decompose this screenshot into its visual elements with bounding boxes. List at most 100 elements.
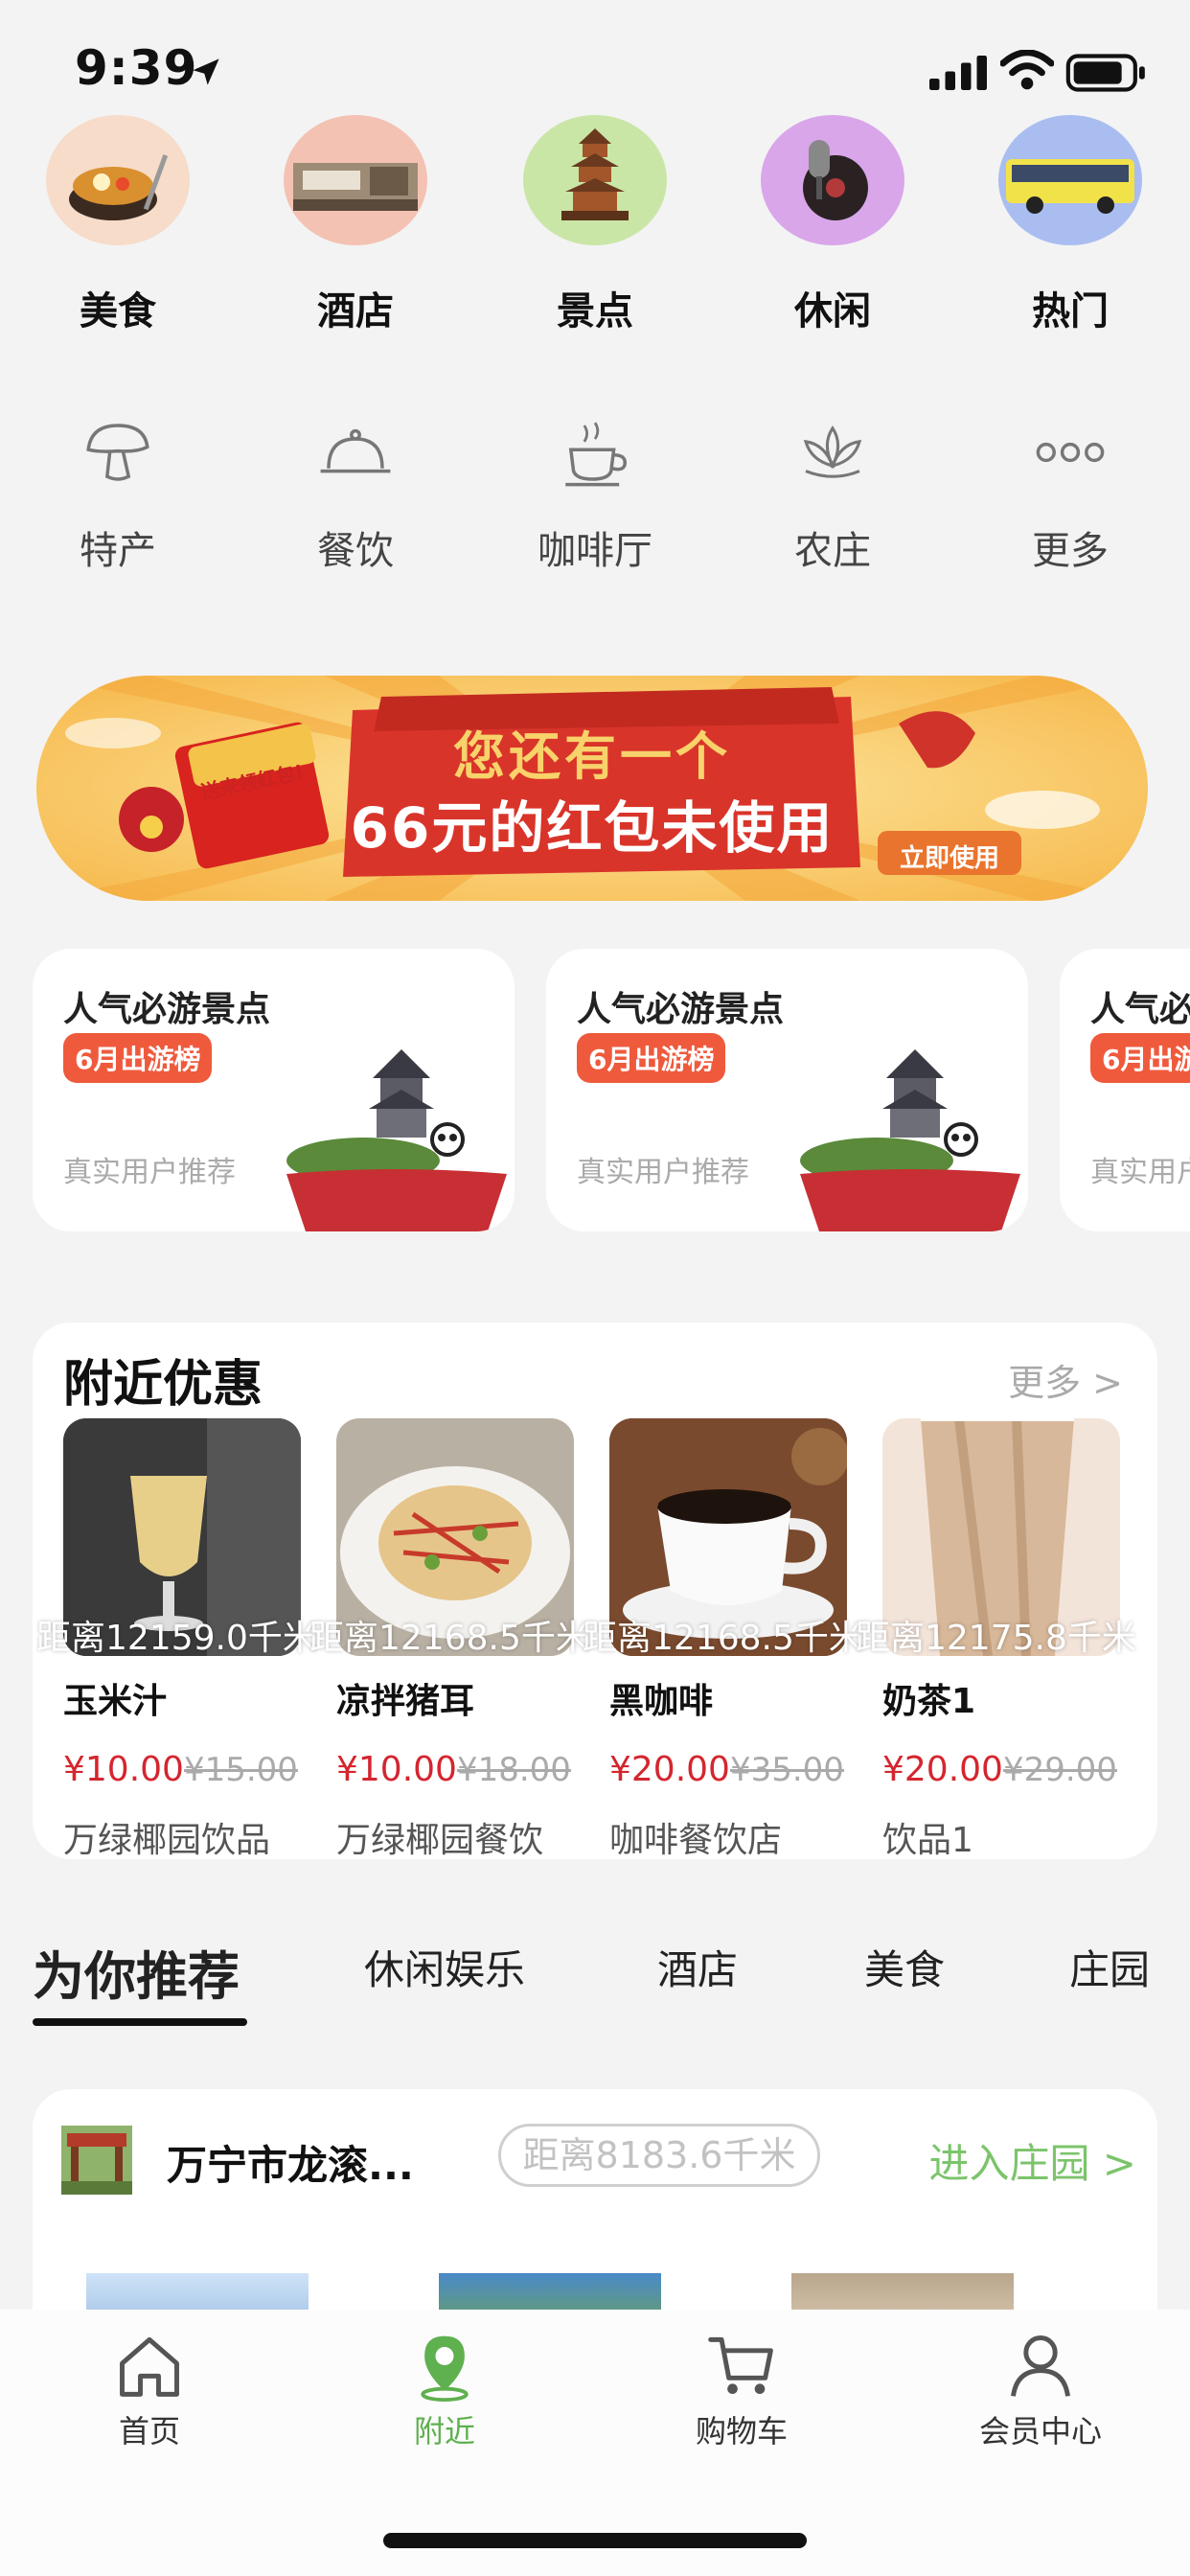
more-dots-icon (1036, 442, 1105, 463)
deal-shop: 万绿椰园餐饮 (336, 1821, 544, 1860)
deal-original-price: ¥35.00 (729, 1751, 844, 1789)
nav-label: 附近 (413, 2413, 475, 2450)
deal-name: 凉拌猪耳 (336, 1682, 475, 1721)
popular-card-subtitle: 真实用户推荐 (577, 1156, 749, 1189)
deal-name: 奶茶1 (882, 1682, 976, 1721)
subcategory-more[interactable]: 更多 (989, 412, 1152, 585)
popular-card-subtitle: 真实用户推荐 (63, 1156, 236, 1189)
deal-price: ¥20.00¥29.00 (882, 1750, 1132, 1789)
deal-original-price: ¥15.00 (183, 1751, 298, 1789)
lotus-icon (803, 426, 862, 478)
tab-food[interactable]: 美食 (864, 1938, 945, 1996)
popular-card-title: 人气必游景点 (1090, 990, 1190, 1029)
status-time: 9:39 (75, 40, 198, 96)
coffee-cup-icon (565, 422, 627, 487)
deal-price: ¥10.00¥18.00 (336, 1750, 585, 1789)
popular-card[interactable]: 人气必游景点 6月出游榜 真实用户推荐 (1060, 949, 1190, 1231)
manor-thumbnail (61, 2126, 132, 2195)
nearby-deals-section: 附近优惠 更多 > 距离12159.0千米 玉米汁 ¥10.00¥15.00 万… (33, 1322, 1157, 1862)
deal-distance: 距离12168.5千米 (309, 1619, 590, 1656)
deal-distance: 距离12159.0千米 (36, 1619, 317, 1656)
category-label: 热门 (1032, 289, 1109, 334)
nearby-title: 附近优惠 (63, 1356, 263, 1414)
category-leisure[interactable]: 休闲 (751, 115, 914, 335)
mushroom-icon (86, 424, 149, 481)
deal-price: ¥20.00¥35.00 (609, 1750, 858, 1789)
category-label: 景点 (557, 289, 633, 334)
popular-card-tag: 6月出游榜 (63, 1033, 213, 1083)
category-food[interactable]: 美食 (36, 115, 199, 335)
cellular-signal-icon (929, 56, 987, 90)
deal-item[interactable]: 距离12159.0千米 玉米汁 ¥10.00¥15.00 万绿椰园饮品 (36, 1418, 317, 1862)
deal-original-price: ¥29.00 (1002, 1751, 1117, 1789)
category-hotel[interactable]: 酒店 (274, 115, 437, 335)
nav-cart[interactable]: 购物车 (646, 2329, 837, 2451)
popular-card-tag: 6月出游榜 (577, 1033, 726, 1083)
attraction-illustration (800, 1049, 1020, 1231)
deal-name: 黑咖啡 (609, 1682, 714, 1721)
record-player-icon (761, 115, 904, 245)
location-arrow-icon (193, 58, 219, 85)
home-indicator[interactable] (383, 2533, 807, 2548)
red-packet-banner[interactable]: 您还有一个 66元的红包未使用 立即使用 送来领红包! (36, 676, 1148, 901)
tab-leisure[interactable]: 休闲娱乐 (364, 1938, 525, 1996)
popular-card-tag: 6月出游榜 (1090, 1033, 1190, 1083)
battery-icon (1065, 54, 1145, 92)
deal-current-price: ¥10.00 (63, 1750, 184, 1789)
deal-current-price: ¥10.00 (336, 1750, 457, 1789)
nearby-more-link[interactable]: 更多 > (1008, 1353, 1123, 1406)
user-icon (1011, 2335, 1070, 2397)
bus-icon (998, 115, 1142, 245)
deal-shop: 咖啡餐饮店 (609, 1821, 783, 1860)
food-bowl-icon (46, 115, 190, 245)
popular-card-subtitle: 真实用户推荐 (1090, 1156, 1190, 1189)
nav-label: 购物车 (695, 2413, 788, 2450)
tab-manor[interactable]: 庄园 (1069, 1938, 1150, 1996)
subcategory-dining[interactable]: 餐饮 (274, 412, 437, 585)
nav-nearby[interactable]: 附近 (349, 2329, 540, 2451)
deal-current-price: ¥20.00 (609, 1750, 730, 1789)
deal-shop: 万绿椰园饮品 (63, 1821, 271, 1860)
subcategory-cafe[interactable]: 咖啡厅 (514, 412, 676, 585)
category-label: 休闲 (794, 289, 871, 334)
popular-card-title: 人气必游景点 (63, 990, 271, 1029)
manor-name: 万宁市龙滚... (167, 2142, 414, 2189)
subcategory-label: 咖啡厅 (538, 529, 652, 573)
location-pin-icon (421, 2335, 469, 2402)
category-hot[interactable]: 热门 (989, 115, 1152, 335)
status-bar: 9:39 (0, 0, 1190, 115)
deal-distance: 距离12168.5千米 (583, 1619, 863, 1656)
category-attractions[interactable]: 景点 (514, 115, 676, 335)
subcategory-label: 餐饮 (317, 529, 394, 573)
popular-card[interactable]: 人气必游景点 6月出游榜 真实用户推荐 (546, 949, 1028, 1231)
tab-hotel[interactable]: 酒店 (657, 1938, 738, 1996)
pagoda-icon (523, 115, 667, 245)
subcategory-specialty[interactable]: 特产 (36, 412, 199, 585)
nav-label: 会员中心 (978, 2413, 1102, 2450)
banner-use-button[interactable]: 立即使用 (887, 839, 1012, 874)
attraction-illustration (286, 1049, 507, 1231)
food-cloche-icon (320, 428, 391, 473)
popular-card-title: 人气必游景点 (577, 990, 785, 1029)
home-icon (120, 2336, 179, 2397)
category-label: 酒店 (317, 289, 394, 334)
deal-item[interactable]: 距离12168.5千米 凉拌猪耳 ¥10.00¥18.00 万绿椰园餐饮 (309, 1418, 590, 1862)
deal-current-price: ¥20.00 (882, 1750, 1003, 1789)
manor-distance-badge: 距离8183.6千米 (498, 2124, 820, 2187)
wifi-icon (1000, 50, 1054, 90)
deal-shop: 饮品1 (882, 1821, 973, 1860)
subcategory-label: 更多 (1032, 529, 1109, 573)
category-label: 美食 (80, 289, 156, 334)
deal-price: ¥10.00¥15.00 (63, 1750, 312, 1789)
tab-recommended[interactable]: 为你推荐 (33, 1934, 240, 2010)
nav-member-center[interactable]: 会员中心 (945, 2329, 1136, 2451)
nav-home[interactable]: 首页 (54, 2329, 245, 2451)
popular-card[interactable]: 人气必游景点 6月出游榜 真实用户推荐 (33, 949, 515, 1231)
deal-original-price: ¥18.00 (456, 1751, 571, 1789)
deal-item[interactable]: 距离12168.5千米 黑咖啡 ¥20.00¥35.00 咖啡餐饮店 (583, 1418, 863, 1862)
enter-manor-link[interactable]: 进入庄园 > (928, 2131, 1136, 2190)
deal-item[interactable]: 距离12175.8千米 奶茶1 ¥20.00¥29.00 饮品1 (856, 1418, 1136, 1862)
deal-distance: 距离12175.8千米 (856, 1619, 1136, 1656)
shopping-cart-icon (708, 2336, 773, 2395)
subcategory-farm[interactable]: 农庄 (751, 412, 914, 585)
